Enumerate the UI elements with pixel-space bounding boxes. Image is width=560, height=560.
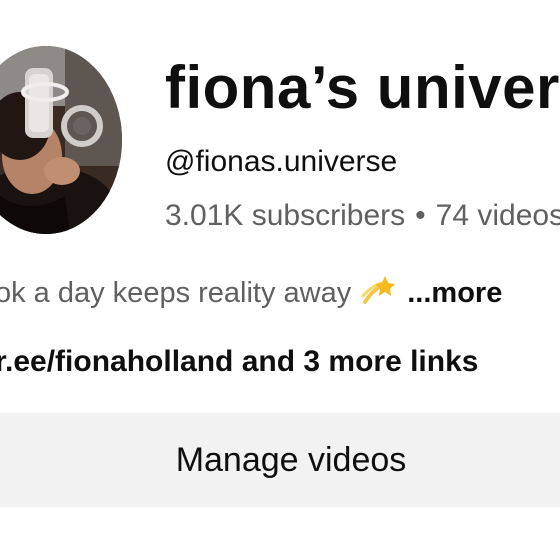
dizzy-star-icon	[361, 274, 396, 317]
channel-avatar[interactable]	[0, 46, 122, 234]
channel-handle: @fionas.universe	[165, 145, 398, 178]
channel-description[interactable]: ok a day keeps reality away ...more	[0, 274, 502, 317]
channel-links[interactable]: r.ee/fionaholland and 3 more links	[0, 344, 478, 380]
channel-title: fiona’s universe	[165, 54, 560, 121]
video-count: 74 videos	[435, 199, 560, 232]
avatar-photo-icon	[0, 46, 122, 234]
channel-stats: 3.01K subscribers • 74 videos	[165, 198, 560, 234]
stats-separator: •	[415, 199, 426, 232]
subscriber-count: 3.01K subscribers	[165, 199, 406, 232]
channel-header: fiona’s universe @fionas.universe 3.01K …	[0, 0, 560, 560]
description-text: ok a day keeps reality away	[0, 277, 352, 309]
description-more-link[interactable]: ...more	[407, 277, 502, 309]
manage-videos-button[interactable]: Manage videos	[0, 413, 560, 507]
manage-videos-label: Manage videos	[175, 440, 407, 479]
